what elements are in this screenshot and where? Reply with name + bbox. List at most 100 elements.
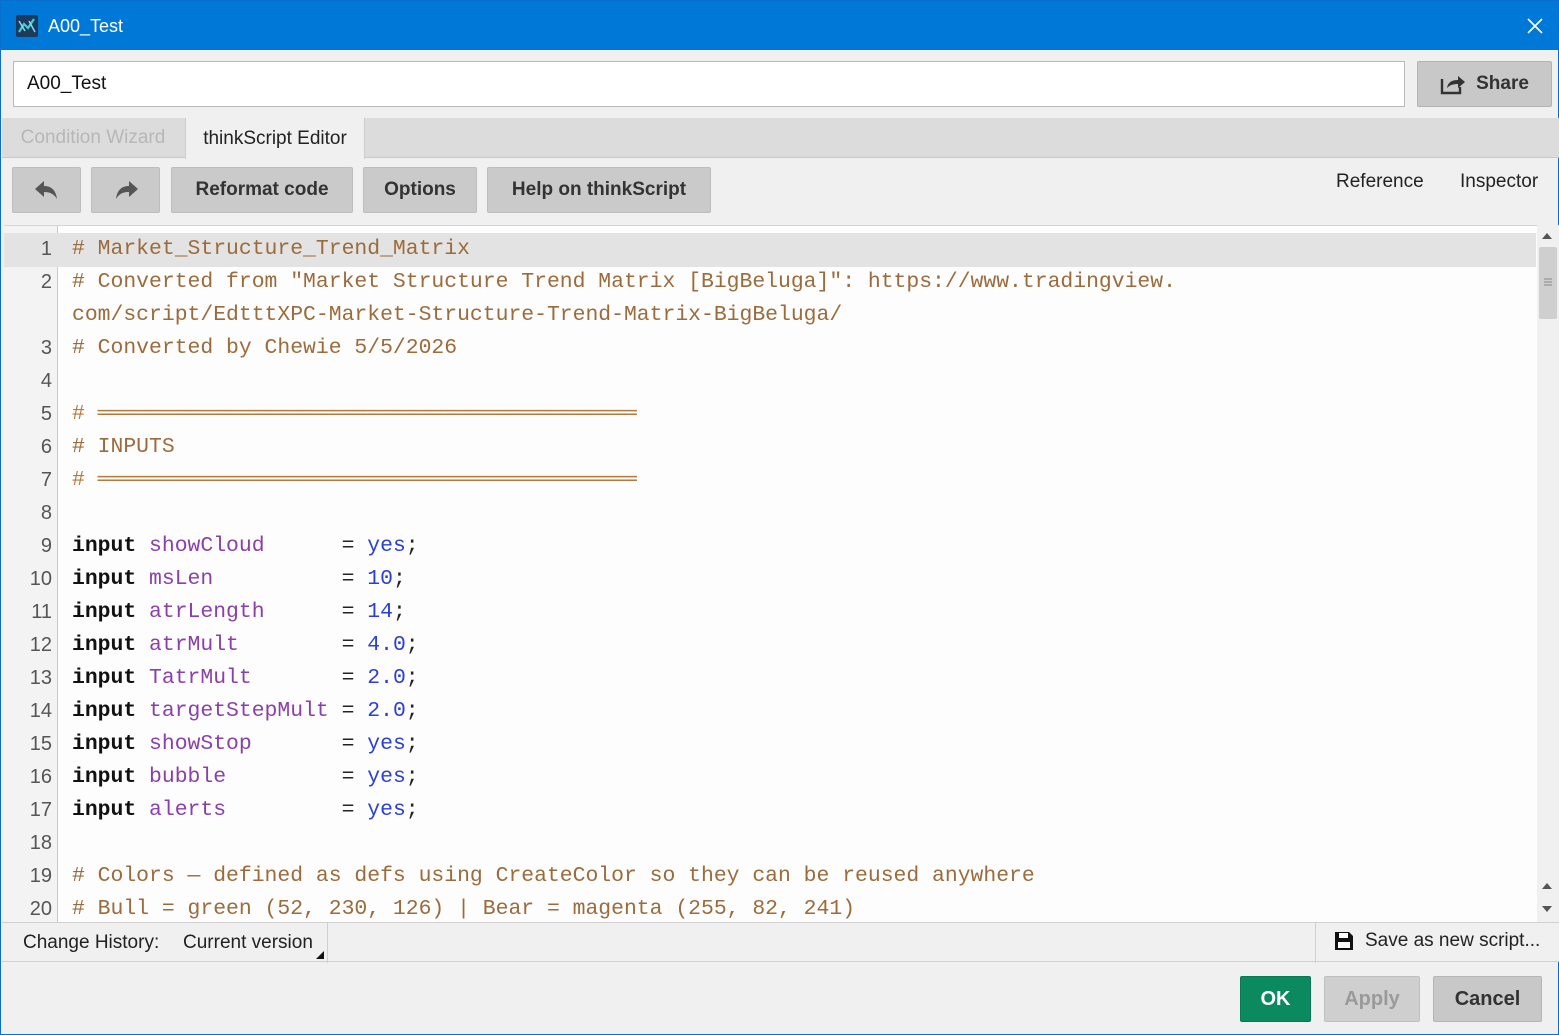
code-lines: 1 # Market_Structure_Trend_Matrix 2 # Conve…: [4, 233, 1536, 922]
code-text: # Bull = green (52, 230, 126) | Bear = m…: [72, 897, 856, 921]
input-value: yes: [367, 798, 406, 822]
tab-thinkscript-editor[interactable]: thinkScript Editor: [185, 118, 365, 159]
code-line[interactable]: 13 input TatrMult = 2.0;: [4, 662, 1536, 695]
scroll-up-arrow-icon[interactable]: [1542, 233, 1552, 239]
line-number: 6: [40, 436, 52, 458]
line-number: 2: [40, 271, 52, 293]
reformat-code-button[interactable]: Reformat code: [171, 167, 353, 213]
input-name: bubble: [149, 765, 342, 789]
code-text: # Colors — defined as defs using CreateC…: [72, 864, 1035, 888]
code-line[interactable]: 15 input showStop = yes;: [4, 728, 1536, 761]
ok-button[interactable]: OK: [1240, 976, 1311, 1022]
redo-button[interactable]: [91, 167, 160, 213]
code-line[interactable]: 12 input atrMult = 4.0;: [4, 629, 1536, 662]
operator: =: [341, 633, 368, 657]
code-text: input targetStepMult = 2.0;: [72, 695, 419, 728]
scroll-up-small-icon[interactable]: [1542, 883, 1552, 889]
line-number: 17: [29, 799, 52, 821]
code-line[interactable]: 19 # Colors — defined as defs using Creat…: [4, 860, 1536, 893]
input-name: targetStepMult: [149, 699, 342, 723]
reference-link[interactable]: Reference: [1336, 171, 1424, 193]
code-line[interactable]: 10 input msLen = 10;: [4, 563, 1536, 596]
code-line[interactable]: 5 # ═════════════════════════════════════…: [4, 398, 1536, 431]
operator: =: [341, 699, 368, 723]
semicolon: ;: [405, 666, 419, 690]
divider: [327, 923, 328, 963]
code-text: # Converted by Chewie 5/5/2026: [72, 336, 458, 360]
semicolon: ;: [392, 567, 406, 591]
code-line[interactable]: com/script/EdtttXPC-Market-Structure-Tre…: [4, 299, 1536, 332]
undo-button[interactable]: [12, 167, 81, 213]
code-line[interactable]: 20 # Bull = green (52, 230, 126) | Bear =…: [4, 893, 1536, 922]
cancel-button[interactable]: Cancel: [1433, 976, 1542, 1022]
code-line[interactable]: 7 # ═════════════════════════════════════…: [4, 464, 1536, 497]
code-editor[interactable]: 1 # Market_Structure_Trend_Matrix 2 # Conve…: [4, 225, 1559, 922]
save-as-new-script-button[interactable]: Save as new script...: [1333, 930, 1540, 952]
code-text: input showStop = yes;: [72, 728, 419, 761]
code-line[interactable]: 8: [4, 497, 1536, 530]
code-text: # ══════════════════════════════════════…: [72, 468, 637, 492]
code-line[interactable]: 3 # Converted by Chewie 5/5/2026: [4, 332, 1536, 365]
vertical-scrollbar[interactable]: [1537, 225, 1559, 922]
dropdown-corner-icon: [316, 951, 324, 959]
options-button[interactable]: Options: [363, 167, 477, 213]
share-button[interactable]: Share: [1417, 61, 1552, 107]
change-history-dropdown[interactable]: Current version: [183, 932, 313, 954]
line-number: 5: [40, 403, 52, 425]
code-text: input alerts = yes;: [72, 794, 419, 827]
undo-icon: [34, 181, 57, 199]
code-line[interactable]: 9 input showCloud = yes;: [4, 530, 1536, 563]
semicolon: ;: [405, 534, 419, 558]
code-line[interactable]: 4: [4, 365, 1536, 398]
code-line[interactable]: 11 input atrLength = 14;: [4, 596, 1536, 629]
apply-button[interactable]: Apply: [1324, 976, 1420, 1022]
code-line[interactable]: 1 # Market_Structure_Trend_Matrix: [4, 233, 1536, 266]
code-line[interactable]: 18: [4, 827, 1536, 860]
line-number: 10: [29, 568, 52, 590]
keyword: input: [72, 732, 137, 756]
code-line[interactable]: 2 # Converted from "Market Structure Tren…: [4, 266, 1536, 299]
line-number: 19: [29, 865, 52, 887]
line-number: 15: [29, 733, 52, 755]
semicolon: ;: [405, 633, 419, 657]
code-line[interactable]: 14 input targetStepMult = 2.0;: [4, 695, 1536, 728]
share-label: Share: [1476, 73, 1529, 94]
input-name: TatrMult: [149, 666, 342, 690]
help-thinkscript-button[interactable]: Help on thinkScript: [487, 167, 711, 213]
inspector-link[interactable]: Inspector: [1460, 171, 1538, 193]
keyword: input: [72, 666, 137, 690]
redo-icon: [115, 181, 138, 199]
share-icon: [1440, 76, 1466, 95]
app-icon: [16, 15, 38, 37]
save-icon: [1335, 932, 1353, 950]
semicolon: ;: [405, 765, 419, 789]
operator: =: [341, 732, 368, 756]
code-text: input atrMult = 4.0;: [72, 629, 419, 662]
semicolon: ;: [405, 732, 419, 756]
window-title: A00_Test: [48, 16, 124, 36]
keyword: input: [72, 699, 137, 723]
code-line[interactable]: 16 input bubble = yes;: [4, 761, 1536, 794]
tab-condition-wizard[interactable]: Condition Wizard: [4, 118, 182, 158]
scroll-thumb[interactable]: [1539, 247, 1557, 319]
scroll-down-arrow-icon[interactable]: [1542, 906, 1552, 912]
operator: =: [341, 600, 368, 624]
script-name-input[interactable]: [13, 61, 1405, 107]
input-value: 4.0: [367, 633, 406, 657]
code-line[interactable]: 6 # INPUTS: [4, 431, 1536, 464]
keyword: input: [72, 765, 137, 789]
keyword: input: [72, 633, 137, 657]
code-text: # Market_Structure_Trend_Matrix: [72, 237, 470, 261]
input-name: atrLength: [149, 600, 342, 624]
title-bar: A00_Test: [1, 1, 1558, 50]
input-value: yes: [367, 534, 406, 558]
code-text: input showCloud = yes;: [72, 530, 419, 563]
line-number: 13: [29, 667, 52, 689]
code-line[interactable]: 17 input alerts = yes;: [4, 794, 1536, 827]
status-bar: Change History: Current version Save as …: [2, 922, 1559, 963]
line-number: 18: [29, 832, 52, 854]
operator: =: [341, 765, 368, 789]
input-value: yes: [367, 732, 406, 756]
line-number: 20: [29, 898, 52, 920]
close-button[interactable]: [1512, 1, 1558, 50]
